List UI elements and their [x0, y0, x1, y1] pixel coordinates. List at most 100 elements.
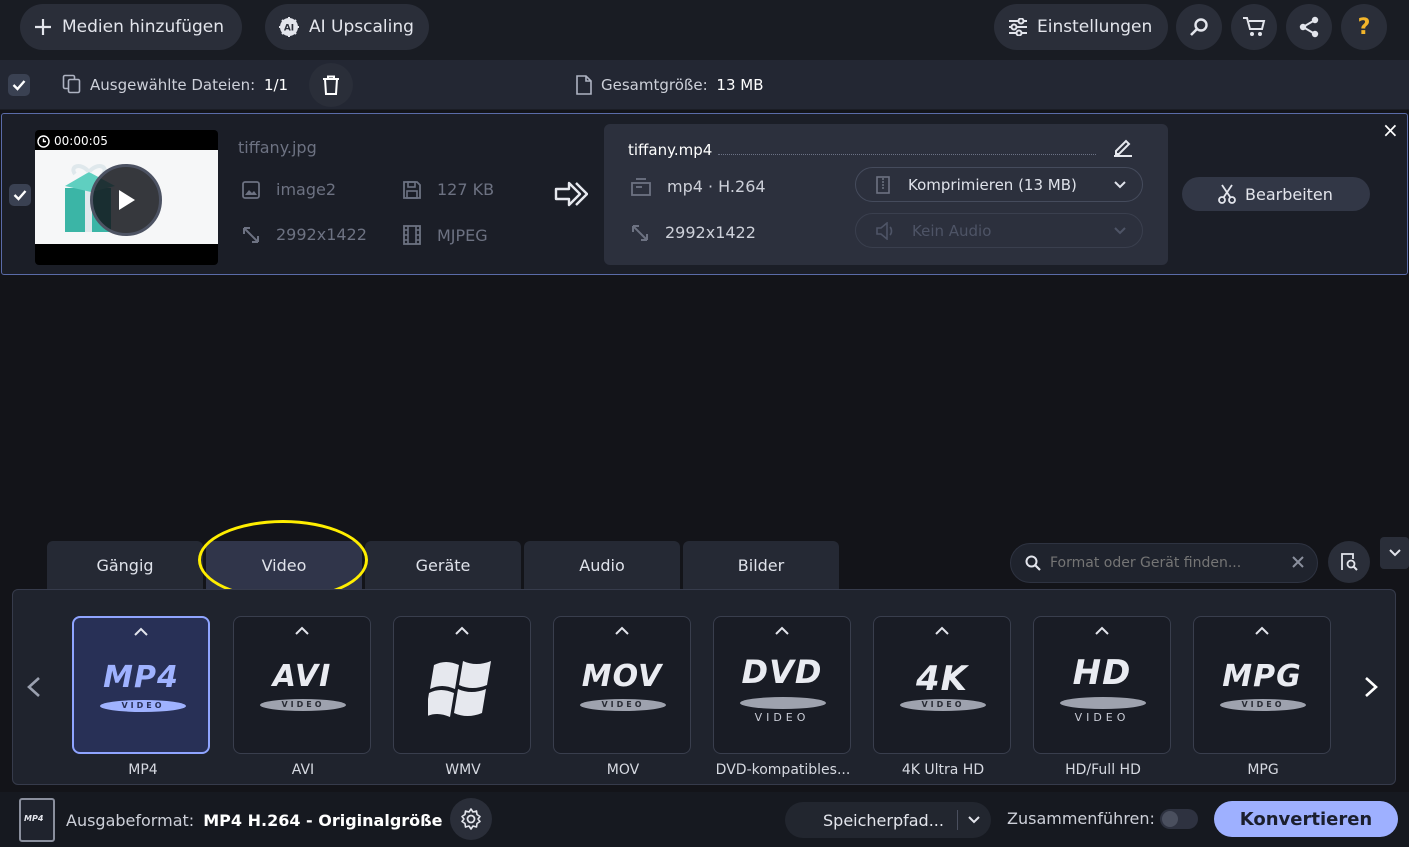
format-label-mov: MOV	[606, 762, 640, 778]
format-card-avi[interactable]: AVI VIDEO	[233, 616, 371, 754]
selected-files-text: Ausgewählte Dateien: 1/1	[90, 76, 288, 94]
help-icon: ?	[1357, 14, 1371, 40]
bottom-bar: MP4 Ausgabeformat: MP4 H.264 - Originalg…	[0, 792, 1409, 847]
format-card-dvd[interactable]: DVD VIDEO	[713, 616, 851, 754]
windows-logo-icon	[428, 657, 498, 721]
toggle-knob	[1162, 811, 1178, 827]
share-icon	[1298, 16, 1320, 38]
file-checkbox[interactable]	[9, 184, 31, 206]
mov-logo: MOV	[581, 659, 663, 694]
edit-button[interactable]: Bearbeiten	[1182, 177, 1370, 211]
delete-button[interactable]	[309, 63, 353, 107]
mov-badge: VIDEO	[580, 699, 666, 711]
selected-files-count: 1/1	[263, 76, 289, 94]
edit-label: Bearbeiten	[1245, 184, 1333, 204]
tab-audio[interactable]: Audio	[524, 541, 680, 589]
output-format-label: Ausgabeformat:	[66, 811, 195, 830]
format-card-mpg[interactable]: MPG VIDEO	[1193, 616, 1331, 754]
dropdown-divider	[957, 810, 958, 830]
output-settings-button[interactable]	[450, 798, 492, 840]
highlight-circle	[198, 520, 368, 600]
search-icon	[1189, 17, 1209, 37]
compress-dropdown[interactable]: Komprimieren (13 MB)	[855, 167, 1143, 202]
ai-upscaling-button[interactable]: AI AI Upscaling	[265, 4, 429, 50]
format-card-hd[interactable]: HD VIDEO	[1033, 616, 1171, 754]
chevron-up-icon	[934, 626, 950, 636]
help-button[interactable]: ?	[1341, 4, 1387, 50]
settings-label: Einstellungen	[1037, 17, 1153, 37]
share-button[interactable]	[1286, 4, 1332, 50]
output-filename[interactable]: tiffany.mp4	[628, 141, 712, 159]
dvd-disc-shape	[740, 697, 826, 709]
scissors-icon	[1218, 184, 1236, 204]
next-formats-button[interactable]	[1363, 676, 1379, 698]
settings-button[interactable]: Einstellungen	[994, 4, 1168, 50]
total-size-value: 13 MB	[716, 76, 764, 94]
search-icon	[1025, 555, 1041, 571]
select-all-checkbox[interactable]	[8, 74, 30, 96]
selection-bar: Ausgewählte Dateien: 1/1 Gesamtgröße: 13…	[0, 60, 1409, 110]
audio-dropdown[interactable]: Kein Audio	[855, 213, 1143, 248]
hd-badge: VIDEO	[1074, 711, 1130, 724]
tab-gaengig[interactable]: Gängig	[47, 541, 203, 589]
collapse-panel-button[interactable]	[1380, 537, 1409, 569]
output-format-text: Ausgabeformat: MP4 H.264 - Originalgröße	[66, 811, 443, 830]
source-format: image2	[242, 180, 336, 199]
format-label-dvd: DVD-kompatibles...	[715, 762, 851, 778]
speaker-icon	[876, 221, 896, 240]
format-search	[1010, 543, 1318, 583]
convert-button[interactable]: Konvertieren	[1214, 801, 1398, 837]
format-card-wmv[interactable]	[393, 616, 531, 754]
device-search-icon	[1339, 552, 1359, 572]
files-icon	[62, 74, 82, 94]
format-label-mp4: MP4	[128, 762, 158, 778]
format-label-hd: HD/Full HD	[1065, 762, 1141, 778]
tab-bilder[interactable]: Bilder	[683, 541, 839, 589]
format-label-4k: 4K Ultra HD	[901, 762, 985, 778]
resize-icon	[242, 226, 276, 244]
format-search-input[interactable]	[1050, 555, 1280, 571]
add-media-button[interactable]: Medien hinzufügen	[20, 4, 242, 50]
rename-button[interactable]	[1112, 136, 1134, 158]
merge-toggle[interactable]	[1160, 809, 1198, 829]
file-row[interactable]: 00:00:05 tiffany.jpg image2 127 KB 2992x…	[1, 113, 1408, 275]
mpg-logo: MPG	[1222, 659, 1302, 694]
output-file-icon-text: MP4	[24, 814, 44, 823]
format-card-mov[interactable]: MOV VIDEO	[553, 616, 691, 754]
merge-label: Zusammenführen:	[1007, 809, 1155, 828]
hd-disc-shape	[1060, 697, 1146, 709]
file-icon	[575, 75, 593, 95]
prev-formats-button[interactable]	[26, 676, 42, 698]
detect-device-button[interactable]	[1328, 541, 1370, 583]
avi-logo: AVI	[272, 659, 332, 694]
mpg-badge: VIDEO	[1220, 699, 1306, 711]
audio-label: Kein Audio	[912, 221, 992, 240]
search-button[interactable]	[1176, 4, 1222, 50]
format-card-mp4[interactable]: MP4 VIDEO	[72, 616, 210, 754]
play-button[interactable]	[90, 164, 162, 236]
video-thumbnail[interactable]: 00:00:05	[35, 130, 218, 265]
hd-logo: HD	[1072, 653, 1132, 693]
video-file-icon	[631, 177, 667, 196]
format-label-mpg: MPG	[1247, 762, 1279, 778]
zip-icon	[876, 175, 890, 194]
image-icon	[242, 180, 276, 199]
save-icon	[403, 180, 437, 199]
output-resolution: 2992x1422	[631, 223, 756, 242]
clear-search-icon[interactable]	[1291, 555, 1305, 569]
film-icon	[403, 225, 437, 245]
output-settings-panel: tiffany.mp4 mp4 · H.264 2992x1422 Kompri…	[604, 124, 1168, 265]
pencil-icon	[1112, 136, 1134, 158]
chevron-down-icon	[968, 816, 980, 824]
chevron-down-icon	[1114, 227, 1126, 235]
save-path-dropdown[interactable]: Speicherpfad...	[785, 802, 991, 838]
format-card-4k[interactable]: 4K VIDEO	[873, 616, 1011, 754]
source-codec-value: MJPEG	[437, 225, 488, 245]
chevron-up-icon	[1094, 626, 1110, 636]
sliders-icon	[1008, 18, 1028, 36]
chevron-down-icon	[1114, 181, 1126, 189]
source-format-value: image2	[276, 180, 337, 199]
cart-button[interactable]	[1231, 4, 1277, 50]
remove-file-button[interactable]: ×	[1382, 118, 1399, 142]
tab-geraete[interactable]: Geräte	[365, 541, 521, 589]
